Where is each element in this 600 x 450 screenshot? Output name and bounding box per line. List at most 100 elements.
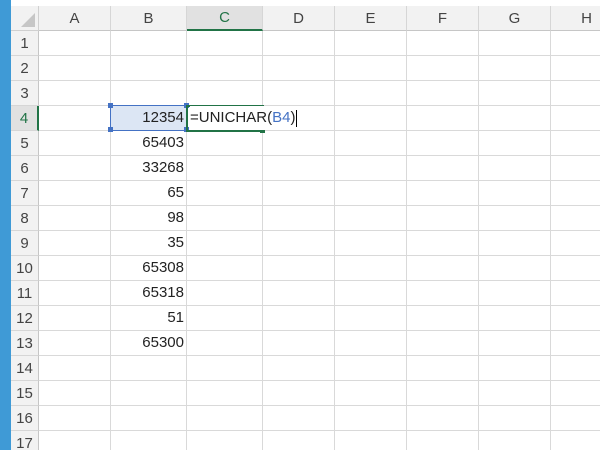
cell-b14[interactable] xyxy=(111,356,187,381)
cell-e5[interactable] xyxy=(335,131,407,156)
row-header-12[interactable]: 12 xyxy=(11,306,39,331)
cell-h15[interactable] xyxy=(551,381,600,406)
cell-f14[interactable] xyxy=(407,356,479,381)
cell-h13[interactable] xyxy=(551,331,600,356)
cell-f7[interactable] xyxy=(407,181,479,206)
cell-a6[interactable] xyxy=(39,156,111,181)
cell-h6[interactable] xyxy=(551,156,600,181)
cell-editor-c4[interactable]: =UNICHAR(B4) xyxy=(190,106,299,130)
column-header-a[interactable]: A xyxy=(39,6,111,31)
cell-b9[interactable]: 35 xyxy=(111,231,187,256)
cell-g1[interactable] xyxy=(479,31,551,56)
row-header-6[interactable]: 6 xyxy=(11,156,39,181)
cell-f13[interactable] xyxy=(407,331,479,356)
cell-h14[interactable] xyxy=(551,356,600,381)
cell-e14[interactable] xyxy=(335,356,407,381)
cell-f11[interactable] xyxy=(407,281,479,306)
row-header-11[interactable]: 11 xyxy=(11,281,39,306)
cell-c10[interactable] xyxy=(187,256,263,281)
cell-e4[interactable] xyxy=(335,106,407,131)
cell-a7[interactable] xyxy=(39,181,111,206)
cell-g7[interactable] xyxy=(479,181,551,206)
cell-c14[interactable] xyxy=(187,356,263,381)
cell-d11[interactable] xyxy=(263,281,335,306)
cell-f4[interactable] xyxy=(407,106,479,131)
cell-d8[interactable] xyxy=(263,206,335,231)
cell-g17[interactable] xyxy=(479,431,551,450)
cell-c5[interactable] xyxy=(187,131,263,156)
column-header-c[interactable]: C xyxy=(187,6,263,31)
cell-f2[interactable] xyxy=(407,56,479,81)
cell-d16[interactable] xyxy=(263,406,335,431)
cell-d9[interactable] xyxy=(263,231,335,256)
cell-a10[interactable] xyxy=(39,256,111,281)
cell-g15[interactable] xyxy=(479,381,551,406)
cell-f1[interactable] xyxy=(407,31,479,56)
cell-e10[interactable] xyxy=(335,256,407,281)
cell-g8[interactable] xyxy=(479,206,551,231)
row-header-3[interactable]: 3 xyxy=(11,81,39,106)
cell-a13[interactable] xyxy=(39,331,111,356)
cell-b13[interactable]: 65300 xyxy=(111,331,187,356)
cell-h12[interactable] xyxy=(551,306,600,331)
cell-g11[interactable] xyxy=(479,281,551,306)
cell-a17[interactable] xyxy=(39,431,111,450)
column-header-g[interactable]: G xyxy=(479,6,551,31)
row-header-8[interactable]: 8 xyxy=(11,206,39,231)
cell-e9[interactable] xyxy=(335,231,407,256)
cell-c11[interactable] xyxy=(187,281,263,306)
cell-c9[interactable] xyxy=(187,231,263,256)
cell-e8[interactable] xyxy=(335,206,407,231)
cell-e17[interactable] xyxy=(335,431,407,450)
cell-b6[interactable]: 33268 xyxy=(111,156,187,181)
cell-b8[interactable]: 98 xyxy=(111,206,187,231)
row-header-15[interactable]: 15 xyxy=(11,381,39,406)
cell-b12[interactable]: 51 xyxy=(111,306,187,331)
cell-d6[interactable] xyxy=(263,156,335,181)
cell-h9[interactable] xyxy=(551,231,600,256)
cell-f17[interactable] xyxy=(407,431,479,450)
cell-c1[interactable] xyxy=(187,31,263,56)
cell-e12[interactable] xyxy=(335,306,407,331)
cell-b1[interactable] xyxy=(111,31,187,56)
cell-e6[interactable] xyxy=(335,156,407,181)
cell-a12[interactable] xyxy=(39,306,111,331)
cell-b10[interactable]: 65308 xyxy=(111,256,187,281)
cell-f15[interactable] xyxy=(407,381,479,406)
row-header-4[interactable]: 4 xyxy=(11,106,39,131)
cell-a16[interactable] xyxy=(39,406,111,431)
cell-d10[interactable] xyxy=(263,256,335,281)
cell-a8[interactable] xyxy=(39,206,111,231)
cell-c3[interactable] xyxy=(187,81,263,106)
cell-b3[interactable] xyxy=(111,81,187,106)
cell-f5[interactable] xyxy=(407,131,479,156)
cell-e3[interactable] xyxy=(335,81,407,106)
cell-a5[interactable] xyxy=(39,131,111,156)
cell-b4[interactable]: 12354 xyxy=(111,106,187,131)
cell-c17[interactable] xyxy=(187,431,263,450)
cell-c2[interactable] xyxy=(187,56,263,81)
row-header-16[interactable]: 16 xyxy=(11,406,39,431)
cell-h1[interactable] xyxy=(551,31,600,56)
cell-a14[interactable] xyxy=(39,356,111,381)
cell-f9[interactable] xyxy=(407,231,479,256)
row-header-5[interactable]: 5 xyxy=(11,131,39,156)
cell-a15[interactable] xyxy=(39,381,111,406)
cell-h16[interactable] xyxy=(551,406,600,431)
cell-a9[interactable] xyxy=(39,231,111,256)
cell-h5[interactable] xyxy=(551,131,600,156)
cell-e7[interactable] xyxy=(335,181,407,206)
column-header-h[interactable]: H xyxy=(551,6,600,31)
cell-g13[interactable] xyxy=(479,331,551,356)
cell-g3[interactable] xyxy=(479,81,551,106)
cell-b16[interactable] xyxy=(111,406,187,431)
row-header-14[interactable]: 14 xyxy=(11,356,39,381)
cell-h10[interactable] xyxy=(551,256,600,281)
row-header-17[interactable]: 17 xyxy=(11,431,39,450)
cell-d12[interactable] xyxy=(263,306,335,331)
cell-g9[interactable] xyxy=(479,231,551,256)
cell-f12[interactable] xyxy=(407,306,479,331)
cell-h17[interactable] xyxy=(551,431,600,450)
cell-a1[interactable] xyxy=(39,31,111,56)
cell-d5[interactable] xyxy=(263,131,335,156)
